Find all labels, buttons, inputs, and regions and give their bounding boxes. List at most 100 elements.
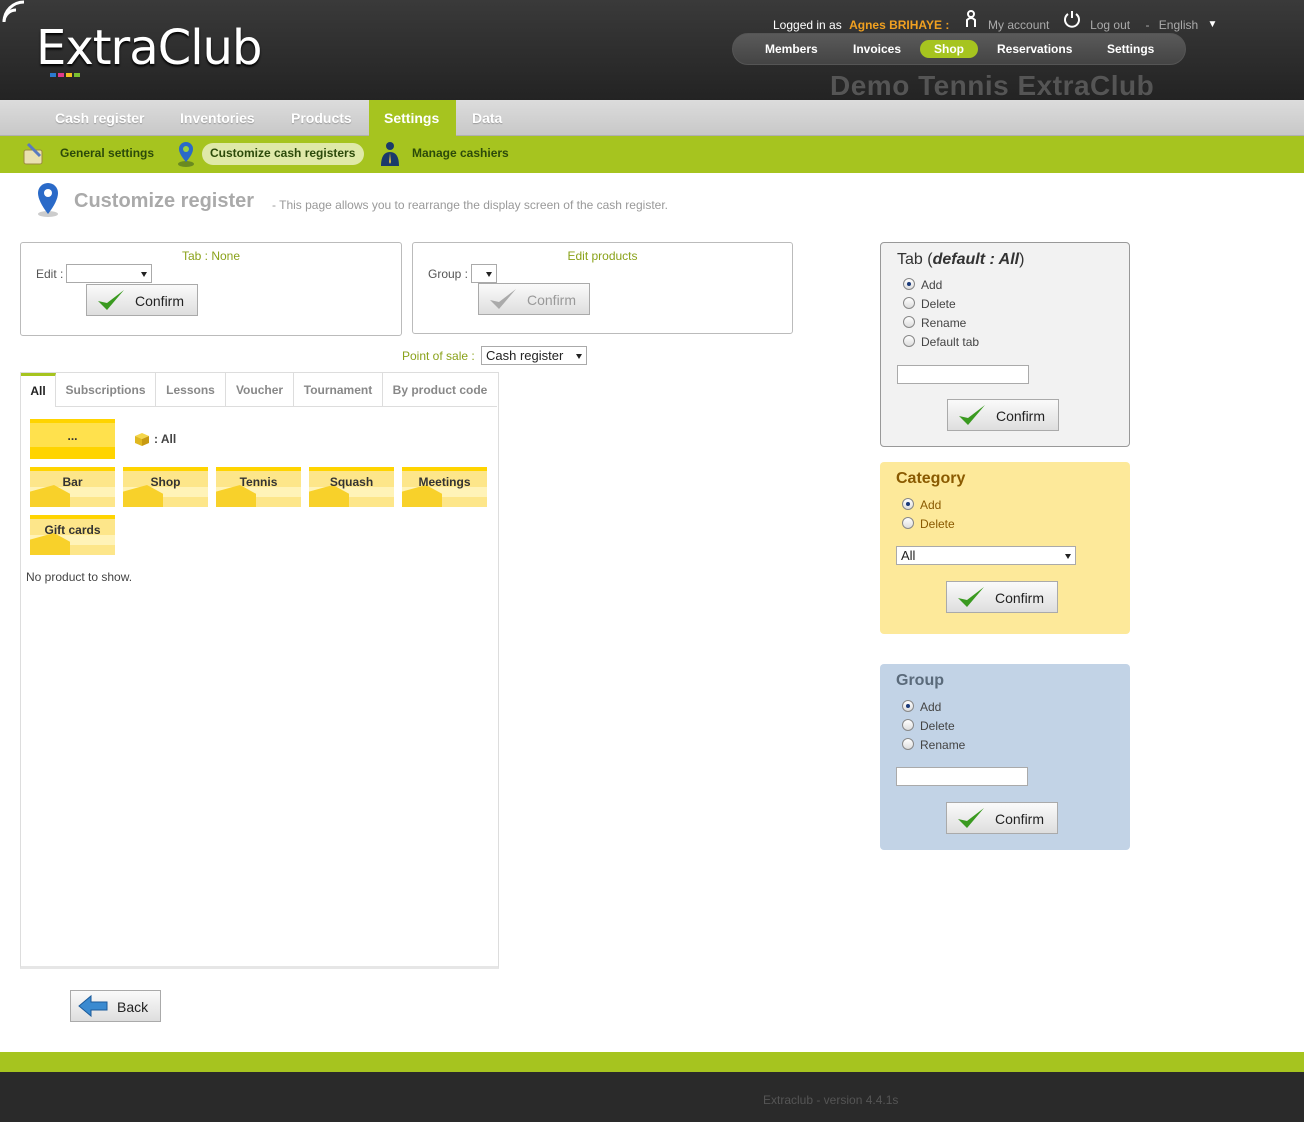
point-of-sale-select[interactable]: Cash register: [481, 346, 587, 365]
nav-reservations[interactable]: Reservations: [997, 42, 1072, 56]
tab-panel-confirm-button[interactable]: Confirm: [947, 399, 1059, 431]
tab-option-delete: Delete: [921, 297, 956, 311]
group-radio-rename[interactable]: [902, 738, 914, 750]
general-settings-link[interactable]: General settings: [60, 146, 154, 160]
chevron-down-icon: [576, 354, 582, 359]
chevron-down-icon: [486, 272, 492, 277]
tile-squash[interactable]: Squash: [309, 467, 394, 507]
settings-nav: General settings Customize cash register…: [0, 136, 1304, 173]
tab-tournament[interactable]: Tournament: [294, 373, 383, 407]
subnav-settings[interactable]: Settings: [384, 110, 439, 126]
tab-radio-delete[interactable]: [903, 297, 915, 309]
tab-subscriptions[interactable]: Subscriptions: [56, 373, 156, 407]
products-confirm-button[interactable]: Confirm: [478, 283, 590, 315]
category-option-add: Add: [920, 498, 942, 512]
tab-radio-rename[interactable]: [903, 316, 915, 328]
tab-panel: Tab (default : All) Add Delete Rename De…: [880, 242, 1130, 447]
tile-tennis[interactable]: Tennis: [216, 467, 301, 507]
chevron-down-icon[interactable]: ▼: [1208, 19, 1218, 30]
map-pin-icon: [38, 183, 58, 217]
point-of-sale-label: Point of sale :: [402, 349, 475, 363]
tab-all[interactable]: All: [21, 373, 56, 407]
checkmark-icon: [958, 808, 984, 828]
box-icon: [135, 433, 149, 446]
edit-select[interactable]: [66, 264, 152, 283]
subnav-products[interactable]: Products: [291, 110, 352, 126]
user-name: Agnes BRIHAYE :: [849, 17, 950, 32]
settings-pencil-icon: [23, 142, 43, 165]
tile-parent[interactable]: ...: [30, 419, 115, 459]
checkmark-icon: [959, 405, 985, 425]
products-box-title: Edit products: [567, 249, 638, 263]
chevron-down-icon: [141, 272, 147, 277]
tile-shop[interactable]: Shop: [123, 467, 208, 507]
group-option-rename: Rename: [920, 738, 966, 752]
group-option-add: Add: [920, 700, 942, 714]
checkmark-icon: [490, 289, 516, 309]
tile-meetings[interactable]: Meetings: [402, 467, 487, 507]
page-description: - This page allows you to rearrange the …: [272, 198, 668, 212]
subnav-data[interactable]: Data: [472, 110, 502, 126]
map-pin-icon: [178, 142, 194, 167]
subnav-cash-register[interactable]: Cash register: [55, 110, 144, 126]
group-panel: Group Add Delete Rename Confirm: [880, 664, 1130, 850]
user-bar: Logged in as Agnes BRIHAYE : My account …: [773, 10, 1218, 32]
footer-bar: [0, 1052, 1304, 1072]
customize-cash-registers-link[interactable]: Customize cash registers: [210, 146, 355, 160]
logged-in-label: Logged in as: [773, 17, 842, 32]
tile-gift-cards[interactable]: Gift cards: [30, 515, 115, 555]
tab-confirm-button[interactable]: Confirm: [86, 284, 198, 316]
club-name: Demo Tennis ExtraClub: [830, 70, 1155, 101]
register-preview: All Subscriptions Lessons Voucher Tourna…: [20, 372, 499, 969]
tab-radio-default[interactable]: [903, 335, 915, 347]
category-confirm-button[interactable]: Confirm: [946, 581, 1058, 613]
tab-by-product-code[interactable]: By product code: [383, 373, 497, 407]
footer-version: Extraclub - version 4.4.1s: [763, 1093, 899, 1107]
group-select[interactable]: [471, 264, 497, 283]
checkmark-icon: [98, 290, 124, 310]
edit-label: Edit :: [36, 267, 64, 281]
register-tabs: All Subscriptions Lessons Voucher Tourna…: [21, 373, 497, 407]
tile-bar[interactable]: Bar: [30, 467, 115, 507]
my-account-link[interactable]: My account: [988, 18, 1049, 32]
arrow-left-icon: [78, 994, 108, 1018]
tab-option-rename: Rename: [921, 316, 967, 330]
page-title: Customize register: [74, 190, 255, 212]
header: ExtraClub Logged in as Agnes BRIHAYE : M…: [0, 0, 1304, 101]
current-tab-label: : All: [154, 432, 177, 446]
group-option-delete: Delete: [920, 719, 955, 733]
group-radio-delete[interactable]: [902, 719, 914, 731]
back-button[interactable]: Back: [70, 990, 161, 1022]
nav-settings[interactable]: Settings: [1107, 42, 1154, 56]
main-nav: Members Invoices Shop Reservations Setti…: [732, 33, 1186, 65]
category-panel-title: Category: [896, 470, 966, 487]
group-confirm-button[interactable]: Confirm: [946, 802, 1058, 834]
category-radio-add[interactable]: [902, 498, 914, 510]
category-select[interactable]: All: [896, 546, 1076, 565]
language-select[interactable]: English: [1159, 18, 1198, 32]
category-radio-delete[interactable]: [902, 517, 914, 529]
edit-products-box: Edit products Group : Confirm: [412, 242, 793, 334]
tab-voucher[interactable]: Voucher: [226, 373, 294, 407]
log-out-link[interactable]: Log out: [1090, 18, 1130, 32]
group-label: Group :: [428, 267, 469, 281]
tab-edit-box: Tab : None Edit : Confirm: [20, 242, 402, 336]
category-option-delete: Delete: [920, 517, 955, 531]
manage-cashiers-link[interactable]: Manage cashiers: [412, 146, 509, 160]
group-name-input[interactable]: [896, 767, 1028, 786]
no-product-message: No product to show.: [26, 570, 133, 584]
checkmark-icon: [958, 587, 984, 607]
tab-radio-add[interactable]: [903, 278, 915, 290]
category-panel: Category Add Delete All Confirm: [880, 462, 1130, 634]
nav-shop[interactable]: Shop: [920, 40, 978, 58]
account-icon[interactable]: [963, 10, 979, 28]
group-radio-add[interactable]: [902, 700, 914, 712]
tab-name-input[interactable]: [897, 365, 1029, 384]
subnav-inventories[interactable]: Inventories: [180, 110, 255, 126]
nav-invoices[interactable]: Invoices: [853, 42, 901, 56]
signal-icon: [2, 0, 25, 23]
tab-lessons[interactable]: Lessons: [156, 373, 226, 407]
power-icon[interactable]: [1063, 10, 1081, 28]
tab-option-add: Add: [921, 278, 943, 292]
nav-members[interactable]: Members: [765, 42, 818, 56]
